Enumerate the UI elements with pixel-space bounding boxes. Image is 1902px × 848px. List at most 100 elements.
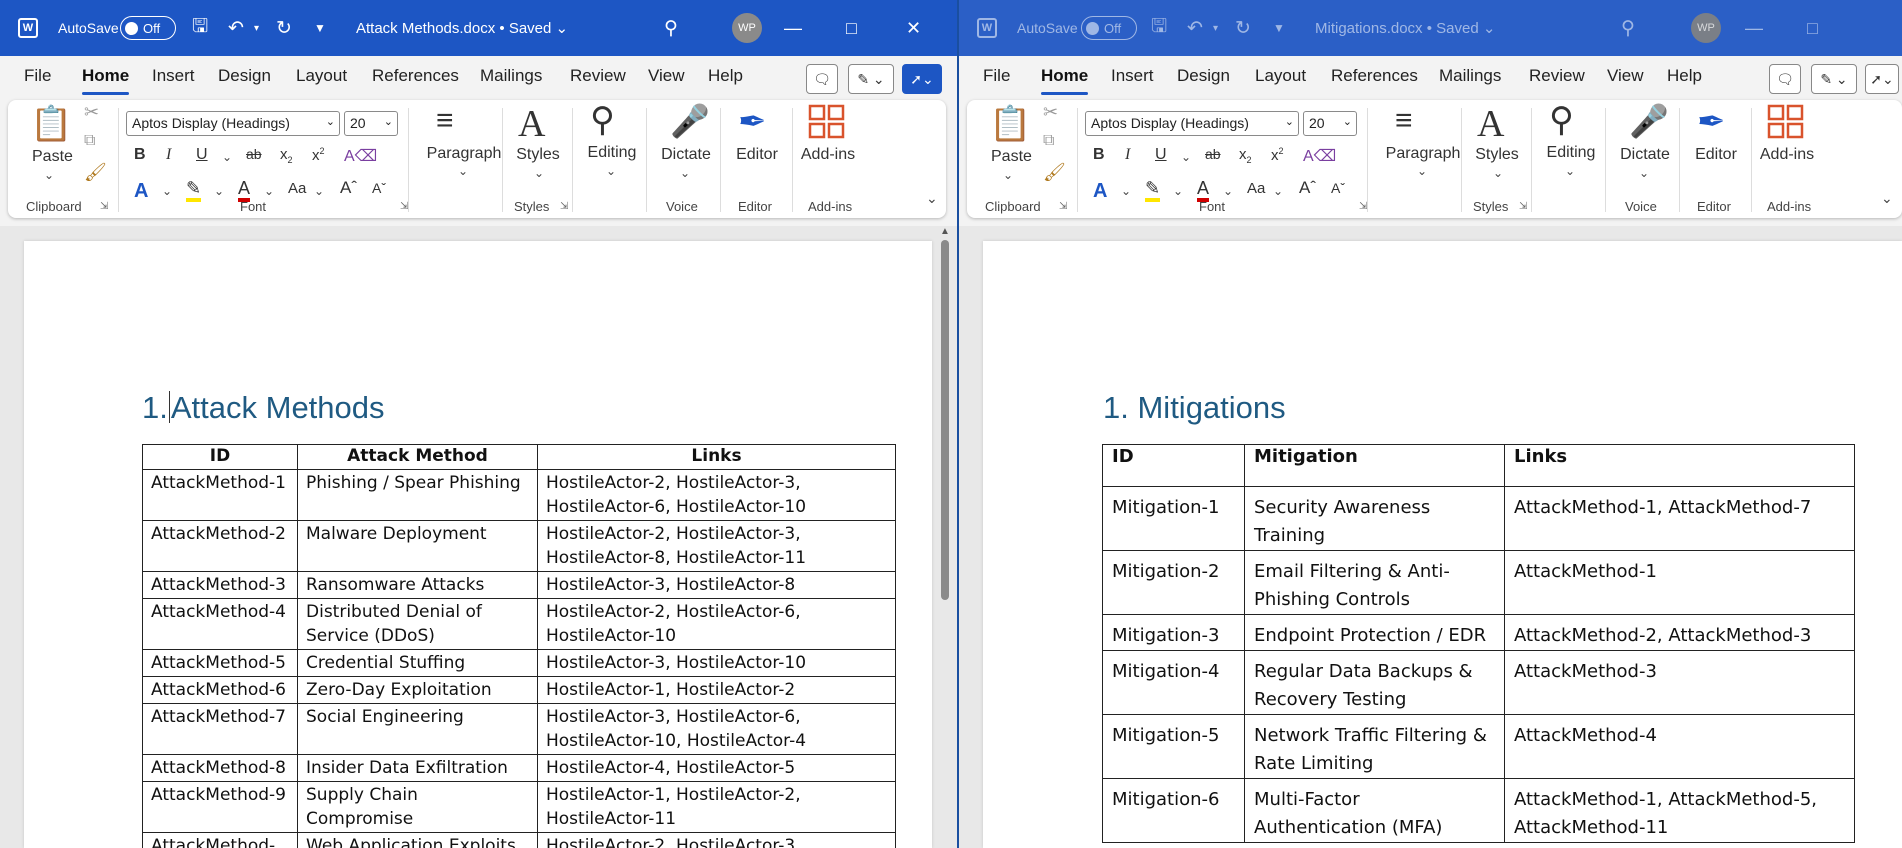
vertical-scrollbar[interactable]: ▲	[938, 226, 952, 848]
styles-icon[interactable]: A	[1477, 102, 1504, 146]
paragraph-label[interactable]: Paragraph	[418, 145, 510, 163]
addins-label[interactable]: Add-ins	[796, 146, 860, 164]
table-cell[interactable]: Mitigation-5	[1102, 714, 1245, 779]
share-icon[interactable]: ➚⌄	[1865, 64, 1899, 94]
tab-file[interactable]: File	[983, 66, 1010, 86]
styles-label[interactable]: Styles	[1467, 146, 1527, 164]
subscript-icon[interactable]: x2	[1239, 146, 1252, 165]
copy-icon[interactable]: ⧉	[84, 132, 95, 150]
undo-dropdown-icon[interactable]: ▾	[1213, 0, 1218, 56]
text-effects-icon[interactable]: A	[134, 180, 148, 203]
tab-insert[interactable]: Insert	[152, 66, 195, 86]
italic-icon[interactable]: I	[1125, 146, 1130, 164]
autosave-toggle[interactable]: Off	[1081, 16, 1137, 40]
paste-dropdown-icon[interactable]: ⌄	[1003, 168, 1013, 182]
editing-dropdown-icon[interactable]: ⌄	[606, 164, 616, 178]
table-cell[interactable]: Phishing / Spear Phishing	[297, 469, 538, 521]
table-cell[interactable]: AttackMethod-	[142, 832, 298, 848]
table-cell[interactable]: Mitigation-1	[1102, 486, 1245, 551]
table-cell[interactable]: HostileActor-3, HostileActor-10	[537, 649, 896, 677]
table-cell[interactable]: Email Filtering & Anti-Phishing Controls	[1244, 550, 1505, 615]
tab-layout[interactable]: Layout	[296, 66, 347, 86]
search-icon[interactable]: ⚲	[1621, 0, 1635, 56]
font-size-box[interactable]: 20 ⌄	[1303, 111, 1357, 136]
clear-formatting-icon[interactable]: A⌫	[344, 146, 377, 166]
tab-design[interactable]: Design	[1177, 66, 1230, 86]
paragraph-dropdown-icon[interactable]: ⌄	[1417, 164, 1427, 178]
editing-mode-pen-icon[interactable]: ✎ ⌄	[848, 64, 894, 94]
underline-icon[interactable]: U	[1155, 146, 1167, 164]
shrink-font-icon[interactable]: Aˇ	[1331, 180, 1345, 196]
table-cell[interactable]: AttackMethod-5	[142, 649, 298, 677]
table-cell[interactable]: AttackMethod-7	[142, 703, 298, 755]
maximize-icon[interactable]: □	[846, 0, 886, 56]
table-cell[interactable]: AttackMethod-3	[1504, 650, 1855, 715]
table-cell[interactable]: Web Application Exploits	[297, 832, 538, 848]
font-name-box[interactable]: Aptos Display (Headings) ⌄	[126, 111, 340, 136]
avatar[interactable]: WP	[732, 13, 762, 43]
editor-pen-icon[interactable]: ✒	[1697, 102, 1726, 142]
dictate-label[interactable]: Dictate	[652, 146, 720, 164]
paragraph-icon[interactable]: ≡	[436, 106, 454, 136]
document-title[interactable]: Mitigations.docx • Saved ⌄	[1315, 0, 1495, 56]
document-heading[interactable]: 1. Mitigations	[1103, 390, 1286, 426]
comments-icon[interactable]: 🗨	[806, 64, 838, 94]
superscript-icon[interactable]: x2	[1271, 146, 1284, 164]
strikethrough-icon[interactable]: ab	[246, 146, 262, 162]
font-size-box[interactable]: 20 ⌄	[344, 111, 398, 136]
table-header-cell[interactable]: ID	[1102, 444, 1245, 487]
highlight-dropdown-icon[interactable]: ⌄	[214, 184, 224, 198]
table-cell[interactable]: HostileActor-1, HostileActor-2, HostileA…	[537, 781, 896, 833]
styles-launcher-icon[interactable]: ⇲	[1519, 201, 1527, 212]
search-icon[interactable]: ⚲	[664, 0, 678, 56]
underline-dropdown-icon[interactable]: ⌄	[222, 150, 232, 164]
addins-label[interactable]: Add-ins	[1755, 146, 1819, 164]
avatar[interactable]: WP	[1691, 13, 1721, 43]
font-name-box[interactable]: Aptos Display (Headings) ⌄	[1085, 111, 1299, 136]
cut-icon[interactable]: ✂	[84, 102, 99, 123]
table-cell[interactable]: Distributed Denial of Service (DDoS)	[297, 598, 538, 650]
editor-label[interactable]: Editor	[724, 146, 790, 164]
tab-insert[interactable]: Insert	[1111, 66, 1154, 86]
editing-dropdown-icon[interactable]: ⌄	[1565, 164, 1575, 178]
text-effects-dropdown-icon[interactable]: ⌄	[1121, 184, 1131, 198]
editing-search-icon[interactable]: ⚲	[1549, 100, 1574, 140]
highlight-icon[interactable]: ✎	[1145, 178, 1161, 202]
table-cell[interactable]: AttackMethod-2	[142, 520, 298, 572]
table-header-cell[interactable]: Mitigation	[1244, 444, 1505, 487]
comments-icon[interactable]: 🗨	[1769, 64, 1801, 94]
collapse-ribbon-icon[interactable]: ⌄	[926, 190, 938, 207]
paragraph-label[interactable]: Paragraph	[1377, 145, 1469, 163]
styles-launcher-icon[interactable]: ⇲	[560, 201, 568, 212]
table-cell[interactable]: AttackMethod-2, AttackMethod-3	[1504, 614, 1855, 651]
superscript-icon[interactable]: x2	[312, 146, 325, 164]
styles-icon[interactable]: A	[518, 102, 545, 146]
table-cell[interactable]: Credential Stuffing	[297, 649, 538, 677]
table-cell[interactable]: Malware Deployment	[297, 520, 538, 572]
font-color-dropdown-icon[interactable]: ⌄	[264, 184, 274, 198]
bold-icon[interactable]: B	[1093, 146, 1105, 164]
paste-icon[interactable]: 📋	[989, 104, 1031, 144]
table-cell[interactable]: HostileActor-2, HostileActor-3, HostileA…	[537, 469, 896, 521]
clear-formatting-icon[interactable]: A⌫	[1303, 146, 1336, 166]
tab-references[interactable]: References	[372, 66, 459, 86]
table-cell[interactable]: AttackMethod-9	[142, 781, 298, 833]
table-cell[interactable]: AttackMethod-1, AttackMethod-5, AttackMe…	[1504, 778, 1855, 843]
table-cell[interactable]: Zero-Day Exploitation	[297, 676, 538, 704]
undo-icon[interactable]: ↶	[228, 0, 244, 56]
grow-font-icon[interactable]: Aˆ	[1299, 178, 1316, 198]
table-cell[interactable]: Endpoint Protection / EDR	[1244, 614, 1505, 651]
table-cell[interactable]: Ransomware Attacks	[297, 571, 538, 599]
paste-dropdown-icon[interactable]: ⌄	[44, 168, 54, 182]
paragraph-dropdown-icon[interactable]: ⌄	[458, 164, 468, 178]
format-painter-icon[interactable]: 🖌	[1043, 162, 1066, 183]
paste-label[interactable]: Paste	[32, 148, 73, 166]
tab-view[interactable]: View	[1607, 66, 1644, 86]
dictate-dropdown-icon[interactable]: ⌄	[680, 166, 690, 180]
table-cell[interactable]: HostileActor-2, HostileActor-3, HostileA…	[537, 520, 896, 572]
tab-references[interactable]: References	[1331, 66, 1418, 86]
table-header-cell[interactable]: Attack Method	[297, 444, 538, 470]
word-icon[interactable]: W	[18, 18, 38, 38]
strikethrough-icon[interactable]: ab	[1205, 146, 1221, 162]
scroll-up-arrow-icon[interactable]: ▲	[940, 226, 950, 237]
